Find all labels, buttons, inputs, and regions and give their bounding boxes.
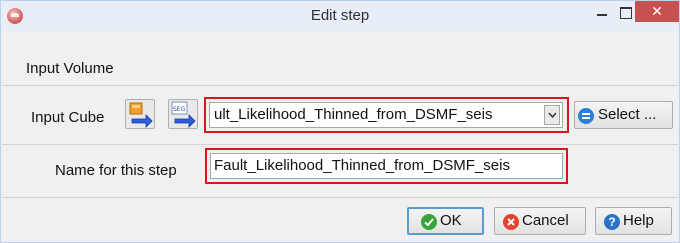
cancel-icon <box>503 214 519 230</box>
minimize-button[interactable] <box>589 2 615 24</box>
import-segy-button[interactable]: SEG <box>168 99 198 129</box>
ok-button-label: OK <box>440 212 462 229</box>
select-button-label: Select ... <box>598 106 657 123</box>
import-arrow-icon <box>129 102 153 128</box>
maximize-icon <box>620 7 632 19</box>
ok-button[interactable]: OK <box>407 207 484 235</box>
divider <box>2 197 678 198</box>
input-volume-heading: Input Volume <box>26 60 114 77</box>
divider <box>2 144 678 145</box>
check-icon <box>421 214 437 230</box>
input-cube-dropdown-button[interactable] <box>544 105 560 125</box>
input-cube-label: Input Cube <box>31 109 105 126</box>
svg-text:SEG: SEG <box>173 106 186 113</box>
segy-import-icon: SEG <box>171 101 196 128</box>
title-bar: Edit step ✕ <box>1 1 679 31</box>
close-button[interactable]: ✕ <box>635 1 679 22</box>
chevron-down-icon <box>548 112 557 119</box>
divider <box>2 85 678 86</box>
edit-step-dialog: Edit step ✕ Input Volume Input Cube SEG … <box>0 0 680 243</box>
close-icon: ✕ <box>651 3 663 19</box>
help-button-label: Help <box>623 212 654 229</box>
import-volume-button[interactable] <box>125 99 155 129</box>
list-icon <box>578 108 594 124</box>
step-name-label: Name for this step <box>55 162 177 179</box>
window-title: Edit step <box>310 7 370 24</box>
cancel-button[interactable]: Cancel <box>494 207 586 235</box>
help-button[interactable]: ? Help <box>595 207 672 235</box>
select-input-button[interactable]: Select ... <box>574 101 673 129</box>
cancel-button-label: Cancel <box>522 212 569 229</box>
help-icon: ? <box>604 214 620 230</box>
input-cube-select[interactable]: ult_Likelihood_Thinned_from_DSMF_seis <box>209 102 563 128</box>
step-name-input[interactable]: Fault_Likelihood_Thinned_from_DSMF_seis <box>210 153 563 179</box>
minimize-icon <box>597 14 607 16</box>
